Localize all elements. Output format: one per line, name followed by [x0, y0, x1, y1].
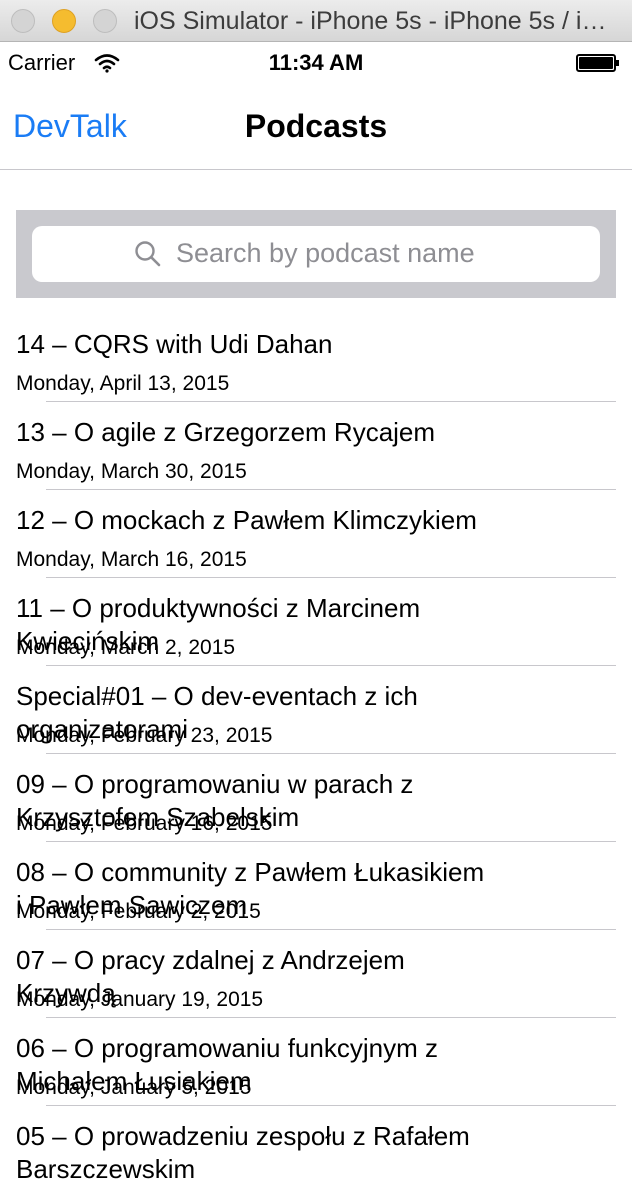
window-title: iOS Simulator - iPhone 5s - iPhone 5s / …	[134, 7, 624, 35]
list-item[interactable]: 05 – O prowadzeniu zespołu z Rafałem Bar…	[16, 1110, 616, 1182]
podcast-date: Monday, January 5, 2015	[16, 1076, 252, 1099]
search-bar: Search by podcast name	[16, 210, 616, 298]
search-placeholder: Search by podcast name	[176, 238, 475, 268]
battery-icon	[576, 54, 620, 72]
row-separator	[46, 665, 616, 666]
podcast-date: Monday, February 2, 2015	[16, 900, 261, 923]
podcast-date: Monday, March 16, 2015	[16, 548, 247, 571]
list-item[interactable]: 08 – O community z Pawłem Łukasikiem i P…	[16, 846, 616, 934]
row-separator	[46, 753, 616, 754]
list-item[interactable]: 13 – O agile z Grzegorzem Rycajem Monday…	[16, 406, 616, 494]
list-item[interactable]: 12 – O mockach z Pawłem Klimczykiem Mond…	[16, 494, 616, 582]
row-separator	[46, 489, 616, 490]
list-item[interactable]: 14 – CQRS with Udi Dahan Monday, April 1…	[16, 318, 616, 406]
podcast-table[interactable]: Search by podcast name 14 – CQRS with Ud…	[16, 210, 616, 1182]
window-close-button[interactable]	[11, 9, 35, 33]
list-item[interactable]: 11 – O produktywności z Marcinem Kwieciń…	[16, 582, 616, 670]
search-icon	[134, 240, 162, 273]
podcast-date: Monday, April 13, 2015	[16, 372, 230, 395]
row-separator	[46, 1105, 616, 1106]
podcast-date: Monday, March 2, 2015	[16, 636, 236, 659]
podcast-title: 05 – O prowadzeniu zespołu z Rafałem Bar…	[16, 1121, 470, 1182]
podcast-title: 12 – O mockach z Pawłem Klimczykiem	[16, 505, 477, 535]
podcast-date: Monday, March 30, 2015	[16, 460, 247, 483]
list-item[interactable]: Special#01 – O dev-eventach z ich organi…	[16, 670, 616, 758]
window-titlebar: iOS Simulator - iPhone 5s - iPhone 5s / …	[0, 0, 632, 42]
row-separator	[46, 401, 616, 402]
status-bar: Carrier 11:34 AM	[0, 42, 632, 82]
podcast-date: Monday, February 23, 2015	[16, 724, 273, 747]
navigation-bar: DevTalk Podcasts	[0, 82, 632, 170]
podcast-date: Monday, February 16, 2015	[16, 812, 273, 835]
page-title: Podcasts	[244, 108, 388, 144]
list-item[interactable]: 06 – O programowaniu funkcyjnym z Michał…	[16, 1022, 616, 1110]
window-minimize-button[interactable]	[52, 9, 76, 33]
podcast-date: Monday, January 19, 2015	[16, 988, 264, 1011]
row-separator	[46, 929, 616, 930]
list-item[interactable]: 09 – O programowaniu w parach z Krzyszto…	[16, 758, 616, 846]
search-input[interactable]: Search by podcast name	[32, 226, 600, 282]
simulator-screen: Carrier 11:34 AM DevTalk Podcasts Search…	[0, 42, 632, 1182]
row-separator	[46, 1017, 616, 1018]
row-separator	[46, 577, 616, 578]
window-zoom-button[interactable]	[93, 9, 117, 33]
podcast-title: 14 – CQRS with Udi Dahan	[16, 329, 333, 359]
list-item[interactable]: 07 – O pracy zdalnej z Andrzejem Krzywdą…	[16, 934, 616, 1022]
status-time: 11:34 AM	[268, 50, 364, 75]
row-separator	[46, 841, 616, 842]
podcast-title: 13 – O agile z Grzegorzem Rycajem	[16, 417, 436, 447]
